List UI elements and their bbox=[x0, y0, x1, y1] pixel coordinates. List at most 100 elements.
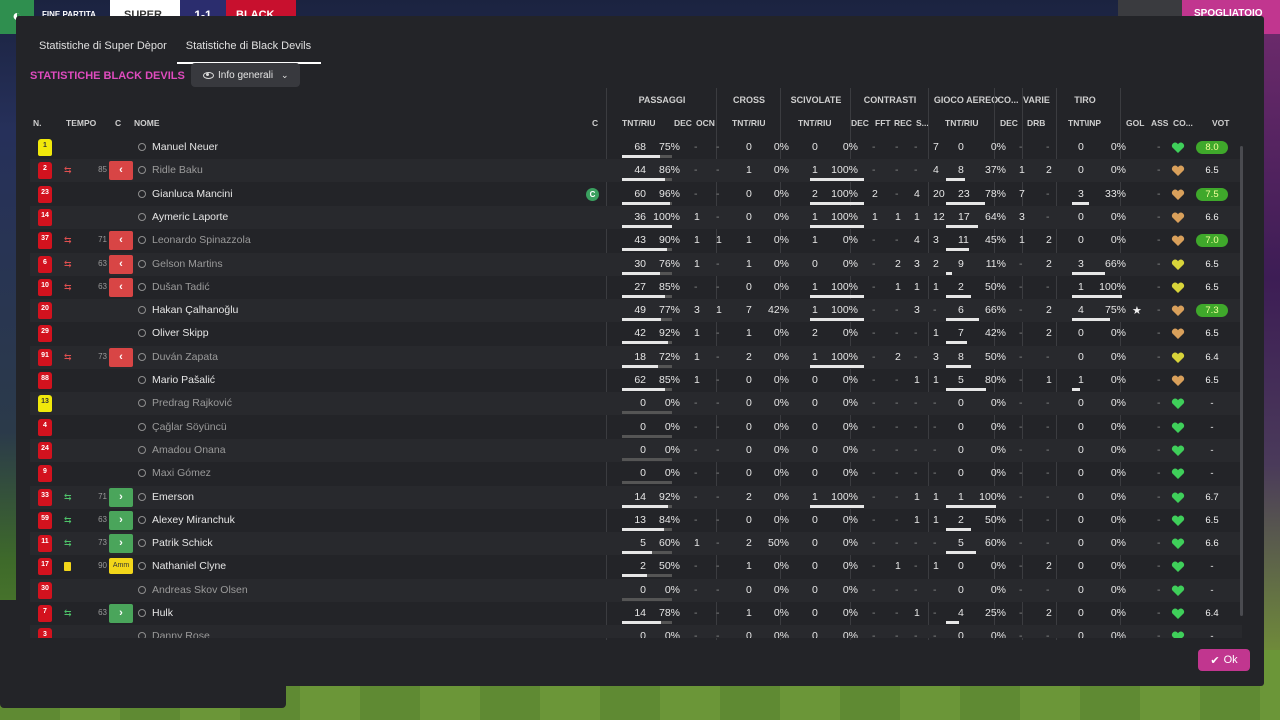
player-name[interactable]: Manuel Neuer bbox=[152, 136, 218, 159]
table-row[interactable]: 2 ⇆ 85 ‹ Ridle Baku 44 86% - -1 0% 1 100% - - -4 8 37% 1 2… bbox=[30, 159, 1242, 183]
table-row[interactable]: 14 Aymeric Laporte 36 100% 1-0 0% 1 100% 1 1 1 12 17… bbox=[30, 205, 1242, 229]
column-header-n[interactable]: N. bbox=[33, 118, 42, 128]
sub-out-button[interactable]: ‹ bbox=[109, 231, 133, 251]
table-row[interactable]: 10 ⇆ 63 ‹ Dušan Tadić 27 85% - -0 0% 1 100% -1 1 1 2 50%… bbox=[30, 276, 1242, 299]
player-profile-icon[interactable] bbox=[138, 236, 146, 245]
sub-in-button[interactable]: › bbox=[109, 510, 133, 530]
table-row[interactable]: 4 Çağlar Söyüncü 0 0% - -0 0% 0 0% - - - -0 0% - -0 0% - - bbox=[30, 416, 1242, 439]
table-row[interactable]: 37 ⇆ 71 ‹ Leonardo Spinazzola 43 90% 1 1 1 0% 1 0% - -… bbox=[30, 229, 1242, 252]
column-header-pdec[interactable]: DEC bbox=[674, 118, 692, 128]
player-name[interactable]: Oliver Skipp bbox=[152, 322, 209, 345]
column-header-c[interactable]: C bbox=[115, 118, 121, 128]
column-header-pass[interactable]: TNT/RIU bbox=[622, 118, 656, 128]
column-header-codec[interactable]: DEC bbox=[1000, 118, 1018, 128]
player-name[interactable]: Gianluca Mancini bbox=[152, 183, 233, 206]
table-row[interactable]: 59 ⇆ 63 › Alexey Miranchuk 13 84% - -0 0% 0 0% - -1 1 2… bbox=[30, 509, 1242, 532]
player-profile-icon[interactable] bbox=[138, 539, 146, 548]
player-profile-icon[interactable] bbox=[138, 282, 146, 291]
player-profile-icon[interactable] bbox=[138, 166, 146, 175]
column-header-cfft[interactable]: FFT bbox=[875, 118, 891, 128]
player-profile-icon[interactable] bbox=[138, 399, 146, 408]
sub-out-button[interactable]: ‹ bbox=[109, 161, 133, 181]
player-name[interactable]: Ridle Baku bbox=[152, 159, 203, 182]
player-profile-icon[interactable] bbox=[138, 212, 146, 221]
table-row[interactable]: 33 ⇆ 71 › Emerson 14 92% - -2 0% 1 100% - -1 1 1 100% - -0… bbox=[30, 485, 1242, 509]
player-profile-icon[interactable] bbox=[138, 143, 146, 151]
column-header-gol[interactable]: GOL bbox=[1126, 118, 1144, 128]
column-header-pocn[interactable]: OCN bbox=[696, 118, 715, 128]
player-name[interactable]: Mario Pašalić bbox=[152, 369, 215, 392]
table-row[interactable]: 7 ⇆ 63 › Hulk 14 78% - -1 0% 0 0% - -1-4 25% -2 0 0% -6.4 bbox=[30, 602, 1242, 625]
player-profile-icon[interactable] bbox=[138, 189, 146, 198]
table-row[interactable]: 13 Predrag Rajković 0 0% - -0 0% 0 0% - - - -0 0% - -0 0… bbox=[30, 392, 1242, 416]
player-profile-icon[interactable] bbox=[138, 562, 146, 571]
sub-out-button[interactable]: ‹ bbox=[109, 254, 133, 274]
table-row[interactable]: 29 Oliver Skipp 42 92% 1-1 0% 2 0% - - -1 7 42% -2 0 0%… bbox=[30, 322, 1242, 345]
column-header-cross[interactable]: TNT/RIU bbox=[732, 118, 766, 128]
player-profile-icon[interactable] bbox=[138, 376, 146, 384]
player-name[interactable]: Dušan Tadić bbox=[152, 276, 210, 299]
column-header-cdec[interactable]: DEC bbox=[851, 118, 869, 128]
player-profile-icon[interactable] bbox=[138, 352, 146, 361]
column-header-crec[interactable]: REC bbox=[894, 118, 912, 128]
player-profile-icon[interactable] bbox=[138, 632, 146, 638]
player-name[interactable]: Andreas Skov Olsen bbox=[152, 579, 248, 602]
player-profile-icon[interactable] bbox=[138, 469, 146, 478]
player-name[interactable]: Amadou Onana bbox=[152, 439, 226, 462]
player-name[interactable]: Emerson bbox=[152, 486, 194, 509]
player-profile-icon[interactable] bbox=[138, 306, 146, 315]
table-row[interactable]: 88 Mario Pašalić 62 85% 1-0 0% 0 0% - -1 1 5 80% -1 1 0… bbox=[30, 369, 1242, 392]
column-header-drb[interactable]: DRB bbox=[1027, 118, 1045, 128]
column-header-co[interactable]: CO... bbox=[1173, 118, 1193, 128]
table-row[interactable]: 91 ⇆ 73 ‹ Duván Zapata 18 72% 1-2 0% 1 100% -2-3 8 50… bbox=[30, 345, 1242, 369]
table-row[interactable]: 3 Danny Rose 0 0% - - 0 0% 0 0% - - - - 0 0% - - 0 0% - - bbox=[30, 625, 1242, 638]
ok-button[interactable]: ✔ Ok bbox=[1198, 649, 1250, 671]
player-name[interactable]: Çağlar Söyüncü bbox=[152, 416, 227, 439]
table-row[interactable]: 20 Hakan Çalhanoğlu 49 77% 3 1 7 42% 1 100% - -3-6 6… bbox=[30, 299, 1242, 323]
column-header-nome[interactable]: NOME bbox=[134, 118, 160, 128]
column-header-vot[interactable]: VOT bbox=[1212, 118, 1229, 128]
column-header-c2[interactable]: C bbox=[592, 118, 598, 128]
column-header-tiro[interactable]: TNT\INP bbox=[1068, 118, 1101, 128]
player-name[interactable]: Aymeric Laporte bbox=[152, 206, 228, 229]
player-name[interactable]: Hakan Çalhanoğlu bbox=[152, 299, 238, 322]
column-header-tempo[interactable]: TEMPO bbox=[66, 118, 96, 128]
player-name[interactable]: Nathaniel Clyne bbox=[152, 555, 226, 578]
player-name[interactable]: Alexey Miranchuk bbox=[152, 509, 235, 532]
player-profile-icon[interactable] bbox=[138, 585, 146, 594]
player-profile-icon[interactable] bbox=[138, 492, 146, 501]
player-name[interactable]: Predrag Rajković bbox=[152, 392, 232, 415]
table-row[interactable]: 17 90 Amm Nathaniel Clyne 2 50% - -1 0% 0 0% -1-1 0 0… bbox=[30, 555, 1242, 578]
player-name[interactable]: Maxi Gómez bbox=[152, 462, 211, 485]
player-name[interactable]: Patrik Schick bbox=[152, 532, 213, 555]
sub-in-button[interactable]: › bbox=[109, 487, 133, 507]
view-dropdown[interactable]: Info generali ⌄ bbox=[191, 63, 300, 87]
table-row[interactable]: 6 ⇆ 63 ‹ Gelson Martins 30 76% 1-1 0% 0 0% -2 3 2 9 11%… bbox=[30, 252, 1242, 276]
sub-in-button[interactable]: › bbox=[109, 534, 133, 554]
player-name[interactable]: Gelson Martins bbox=[152, 253, 223, 276]
player-name[interactable]: Leonardo Spinazzola bbox=[152, 229, 251, 252]
table-row[interactable]: 1 Manuel Neuer 68 75% - -0 0% 0 0% - - -7 0 0% - -0 0% -8… bbox=[30, 136, 1242, 159]
tab-away-stats[interactable]: Statistiche di Black Devils bbox=[176, 36, 322, 64]
column-header-ass[interactable]: ASS bbox=[1151, 118, 1168, 128]
player-profile-icon[interactable] bbox=[138, 445, 146, 454]
sub-in-button[interactable]: › bbox=[109, 604, 133, 623]
player-name[interactable]: Hulk bbox=[152, 602, 173, 625]
player-name[interactable]: Danny Rose bbox=[152, 625, 210, 638]
sub-out-button[interactable]: ‹ bbox=[109, 347, 133, 367]
column-header-aereo[interactable]: TNT/RIU bbox=[945, 118, 979, 128]
player-profile-icon[interactable] bbox=[138, 329, 146, 338]
table-row[interactable]: 9 Maxi Gómez 0 0% - -0 0% 0 0% - - - -0 0% - -0 0% - - bbox=[30, 462, 1242, 485]
table-row[interactable]: 30 Andreas Skov Olsen 0 0% - -0 0% 0 0% - - - -0 0% - -… bbox=[30, 578, 1242, 602]
table-row[interactable]: 24 Amadou Onana 0 0% - -0 0% 0 0% - - - -0 0% - -0 0% - - bbox=[30, 438, 1242, 462]
column-header-sciv[interactable]: TNT/RIU bbox=[798, 118, 832, 128]
column-header-cs[interactable]: S... bbox=[916, 118, 929, 128]
player-name[interactable]: Duván Zapata bbox=[152, 346, 218, 369]
player-profile-icon[interactable] bbox=[138, 515, 146, 524]
sub-out-button[interactable]: ‹ bbox=[109, 277, 133, 297]
table-row[interactable]: 11 ⇆ 73 › Patrik Schick 5 60% 1-2 50% 0 0% - - - -5 60%… bbox=[30, 532, 1242, 556]
player-profile-icon[interactable] bbox=[138, 259, 146, 268]
player-profile-icon[interactable] bbox=[138, 422, 146, 431]
tab-home-stats[interactable]: Statistiche di Super Dèpor bbox=[30, 36, 177, 64]
table-row[interactable]: 23 Gianluca Mancini C 60 96% - -0 0% 2 100% 2-4 20 2… bbox=[30, 183, 1242, 206]
